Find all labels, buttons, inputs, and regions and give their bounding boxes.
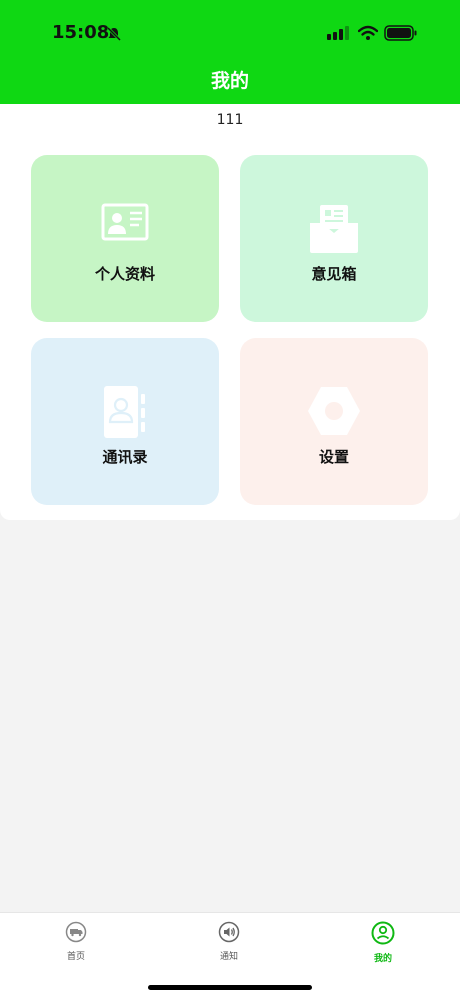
home-indicator: [148, 985, 312, 990]
contacts-card[interactable]: 通讯录: [31, 338, 219, 505]
profile-label: 个人资料: [94, 265, 155, 283]
contacts-label: 通讯录: [102, 448, 148, 466]
user-icon: [371, 921, 395, 945]
feedback-box-label: 意见箱: [311, 265, 357, 283]
profile-card[interactable]: 个人资料: [31, 155, 219, 322]
user-name: 111: [216, 112, 244, 128]
id-card-icon: [101, 203, 149, 241]
speaker-icon: [218, 921, 240, 943]
tab-notifications-label: 通知: [219, 952, 238, 962]
truck-icon: [65, 921, 87, 943]
feedback-box-card[interactable]: 意见箱: [240, 155, 428, 322]
cellular-signal-icon: [327, 26, 349, 40]
header-bar: 15:08 我的: [0, 0, 460, 104]
wifi-icon: [358, 25, 378, 40]
hex-nut-icon: [308, 387, 360, 435]
contacts-book-icon: [104, 386, 145, 438]
user-name-row: 111: [0, 104, 460, 144]
tab-home-label: 首页: [66, 952, 85, 962]
tab-mine[interactable]: 我的: [323, 921, 443, 964]
settings-label: 设置: [318, 448, 349, 466]
mailbox-icon: [310, 205, 358, 253]
tab-notifications[interactable]: 通知: [169, 921, 289, 962]
tab-mine-label: 我的: [373, 954, 392, 964]
status-time: 15:08: [52, 22, 110, 43]
page-title: 我的: [210, 70, 249, 92]
status-bar: 15:08: [0, 20, 460, 48]
battery-icon: [384, 25, 417, 41]
tab-home[interactable]: 首页: [16, 921, 136, 962]
settings-card[interactable]: 设置: [240, 338, 428, 505]
menu-panel: 个人资料 意见箱 通讯录 设置: [0, 144, 460, 520]
bell-slash-icon: [106, 26, 122, 42]
